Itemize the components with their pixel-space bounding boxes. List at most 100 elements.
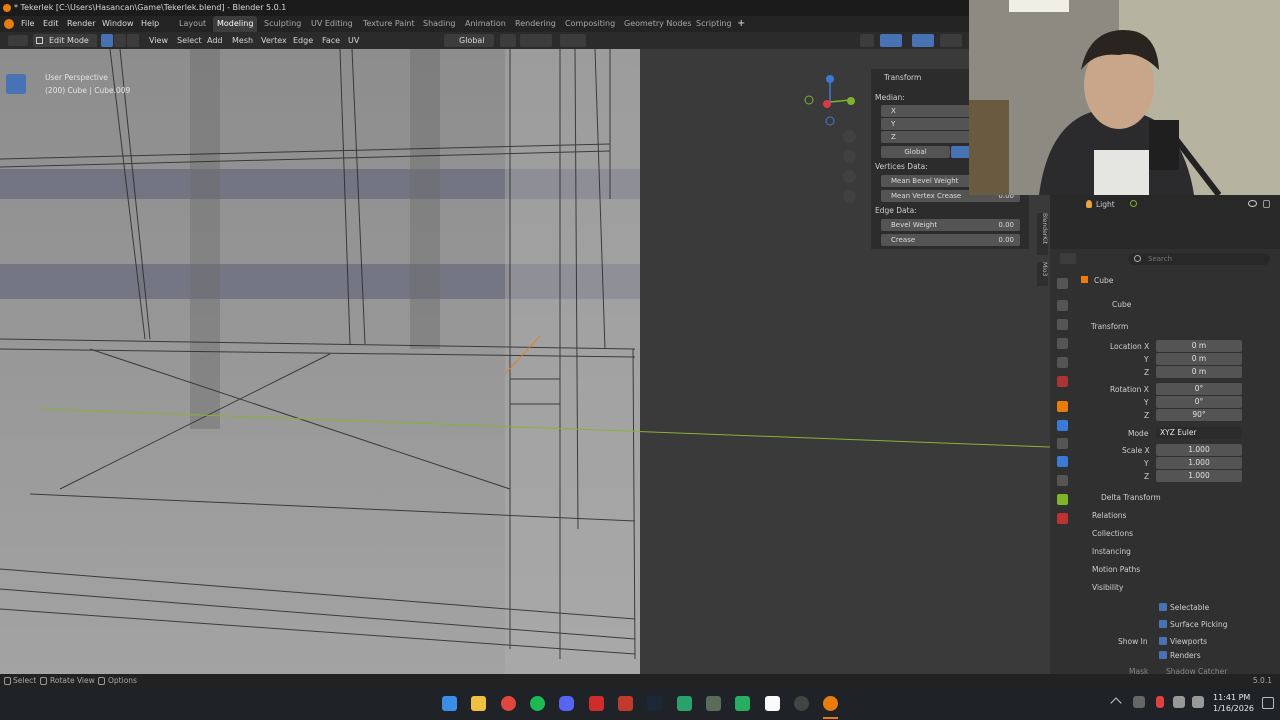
- steam-icon[interactable]: [647, 696, 662, 711]
- discord-icon[interactable]: [559, 696, 574, 711]
- gizmo-z-ball[interactable]: [826, 75, 834, 83]
- physics-tab-icon[interactable]: [1057, 456, 1068, 467]
- location-x-field[interactable]: 0 m: [1156, 340, 1242, 352]
- spin-tool[interactable]: [6, 437, 26, 457]
- tab-modeling[interactable]: Modeling: [213, 16, 258, 32]
- loop-cut-tool[interactable]: [6, 366, 26, 386]
- tab-shading[interactable]: Shading: [419, 16, 460, 32]
- rotate-tool[interactable]: [6, 146, 26, 166]
- scale-y-field[interactable]: 1.000: [1156, 457, 1242, 469]
- app-tool-icon[interactable]: [618, 696, 633, 711]
- menu-edit[interactable]: Edit: [43, 16, 59, 32]
- zoom-icon[interactable]: [843, 130, 856, 143]
- relations-section[interactable]: Relations: [1092, 511, 1126, 520]
- microphone-icon[interactable]: [1156, 696, 1164, 708]
- pan-hand-icon[interactable]: [843, 150, 856, 163]
- add-cube-tool[interactable]: [6, 271, 26, 291]
- tray-chevron-icon[interactable]: [1110, 697, 1122, 709]
- transform-orientation-dropdown[interactable]: Global: [444, 34, 494, 47]
- menu-select[interactable]: Select: [177, 34, 202, 47]
- app-red-icon[interactable]: [589, 696, 604, 711]
- app-image-icon[interactable]: [735, 696, 750, 711]
- menu-view[interactable]: View: [149, 34, 168, 47]
- transform-section-header[interactable]: Transform: [1091, 322, 1128, 331]
- network-icon[interactable]: [1173, 696, 1185, 708]
- surface-picking-checkbox[interactable]: [1159, 620, 1167, 628]
- proportional-edit-icon[interactable]: [560, 34, 586, 47]
- selectable-checkbox[interactable]: [1159, 603, 1167, 611]
- cursor-tool[interactable]: [6, 97, 26, 117]
- tray-app-icon[interactable]: [1133, 696, 1145, 708]
- spotify-icon[interactable]: [530, 696, 545, 711]
- app-circle-icon[interactable]: [794, 696, 809, 711]
- measure-tool[interactable]: [6, 244, 26, 264]
- add-workspace-button[interactable]: +: [737, 16, 745, 32]
- menu-file[interactable]: File: [21, 16, 34, 32]
- bevel-edge-tool[interactable]: [6, 579, 26, 599]
- taskbar-time[interactable]: 11:41 PM: [1213, 693, 1250, 702]
- camera-view-icon[interactable]: [843, 170, 856, 183]
- output-tab-icon[interactable]: [1057, 319, 1068, 330]
- shrink-fatten-tool[interactable]: [6, 507, 26, 527]
- renders-checkbox[interactable]: [1159, 651, 1167, 659]
- sidebar-tab-mio3[interactable]: Mio3: [1037, 262, 1048, 286]
- particles-tab-icon[interactable]: [1057, 438, 1068, 449]
- modifier-tab-icon[interactable]: [1057, 420, 1068, 431]
- eye-icon[interactable]: [1248, 200, 1257, 207]
- blender-taskbar-icon[interactable]: [823, 696, 838, 711]
- instancing-section[interactable]: Instancing: [1092, 547, 1131, 556]
- bevel-tool[interactable]: [6, 343, 26, 363]
- menu-vertex[interactable]: Vertex: [261, 34, 287, 47]
- properties-search[interactable]: Search: [1128, 253, 1270, 265]
- ortho-grid-icon[interactable]: [843, 190, 856, 203]
- crease-field[interactable]: Crease 0.00: [881, 234, 1020, 246]
- tab-uv-editing[interactable]: UV Editing: [307, 16, 357, 32]
- rotation-x-field[interactable]: 0°: [1156, 383, 1242, 395]
- smooth-tool[interactable]: [6, 460, 26, 480]
- menu-face[interactable]: Face: [322, 34, 340, 47]
- rip-tool[interactable]: [6, 555, 26, 575]
- mode-dropdown[interactable]: Edit Mode: [33, 34, 97, 47]
- location-z-field[interactable]: 0 m: [1156, 366, 1242, 378]
- extrude-tool[interactable]: [6, 294, 26, 314]
- rotation-z-field[interactable]: 90°: [1156, 409, 1242, 421]
- annotate-tool[interactable]: [6, 220, 26, 240]
- edge-select-button[interactable]: [114, 34, 126, 47]
- editor-type-icon[interactable]: [8, 35, 28, 46]
- object-tab-icon[interactable]: [1057, 401, 1068, 412]
- face-select-button[interactable]: [127, 34, 139, 47]
- tab-rendering[interactable]: Rendering: [511, 16, 560, 32]
- menu-add[interactable]: Add: [207, 34, 223, 47]
- scene-tab-icon[interactable]: [1057, 357, 1068, 368]
- delta-transform-section[interactable]: Delta Transform: [1101, 493, 1161, 502]
- global-toggle[interactable]: Global: [881, 146, 950, 158]
- inset-tool[interactable]: [6, 319, 26, 339]
- gizmo-y-ball[interactable]: [847, 97, 855, 105]
- tab-geometry-nodes[interactable]: Geometry Nodes: [620, 16, 695, 32]
- rotation-mode-dropdown[interactable]: XYZ Euler: [1156, 427, 1242, 439]
- camera-icon[interactable]: [1263, 200, 1270, 208]
- app-word-icon[interactable]: [765, 696, 780, 711]
- tab-scripting[interactable]: Scripting: [692, 16, 736, 32]
- windows-start-icon[interactable]: [442, 696, 457, 711]
- app-gray-icon[interactable]: [706, 696, 721, 711]
- data-tab-icon[interactable]: [1057, 494, 1068, 505]
- menu-mesh[interactable]: Mesh: [232, 34, 253, 47]
- xray-toggle-icon[interactable]: [940, 34, 962, 47]
- tab-sculpting[interactable]: Sculpting: [260, 16, 305, 32]
- gizmo-x-ball[interactable]: [823, 100, 831, 108]
- app-green-icon[interactable]: [677, 696, 692, 711]
- notification-icon[interactable]: [1262, 697, 1274, 709]
- menu-render[interactable]: Render: [67, 16, 95, 32]
- location-y-field[interactable]: 0 m: [1156, 353, 1242, 365]
- scale-x-field[interactable]: 1.000: [1156, 444, 1242, 456]
- snap-icon[interactable]: [520, 34, 552, 47]
- viewports-checkbox[interactable]: [1159, 637, 1167, 645]
- pivot-point-icon[interactable]: [500, 34, 516, 47]
- blender-menu-icon[interactable]: [4, 19, 14, 29]
- constraints-tab-icon[interactable]: [1057, 475, 1068, 486]
- visibility-icon[interactable]: [860, 34, 874, 47]
- move-tool[interactable]: [6, 123, 26, 143]
- overlays-toggle-icon[interactable]: [912, 34, 934, 47]
- chrome-icon[interactable]: [501, 696, 516, 711]
